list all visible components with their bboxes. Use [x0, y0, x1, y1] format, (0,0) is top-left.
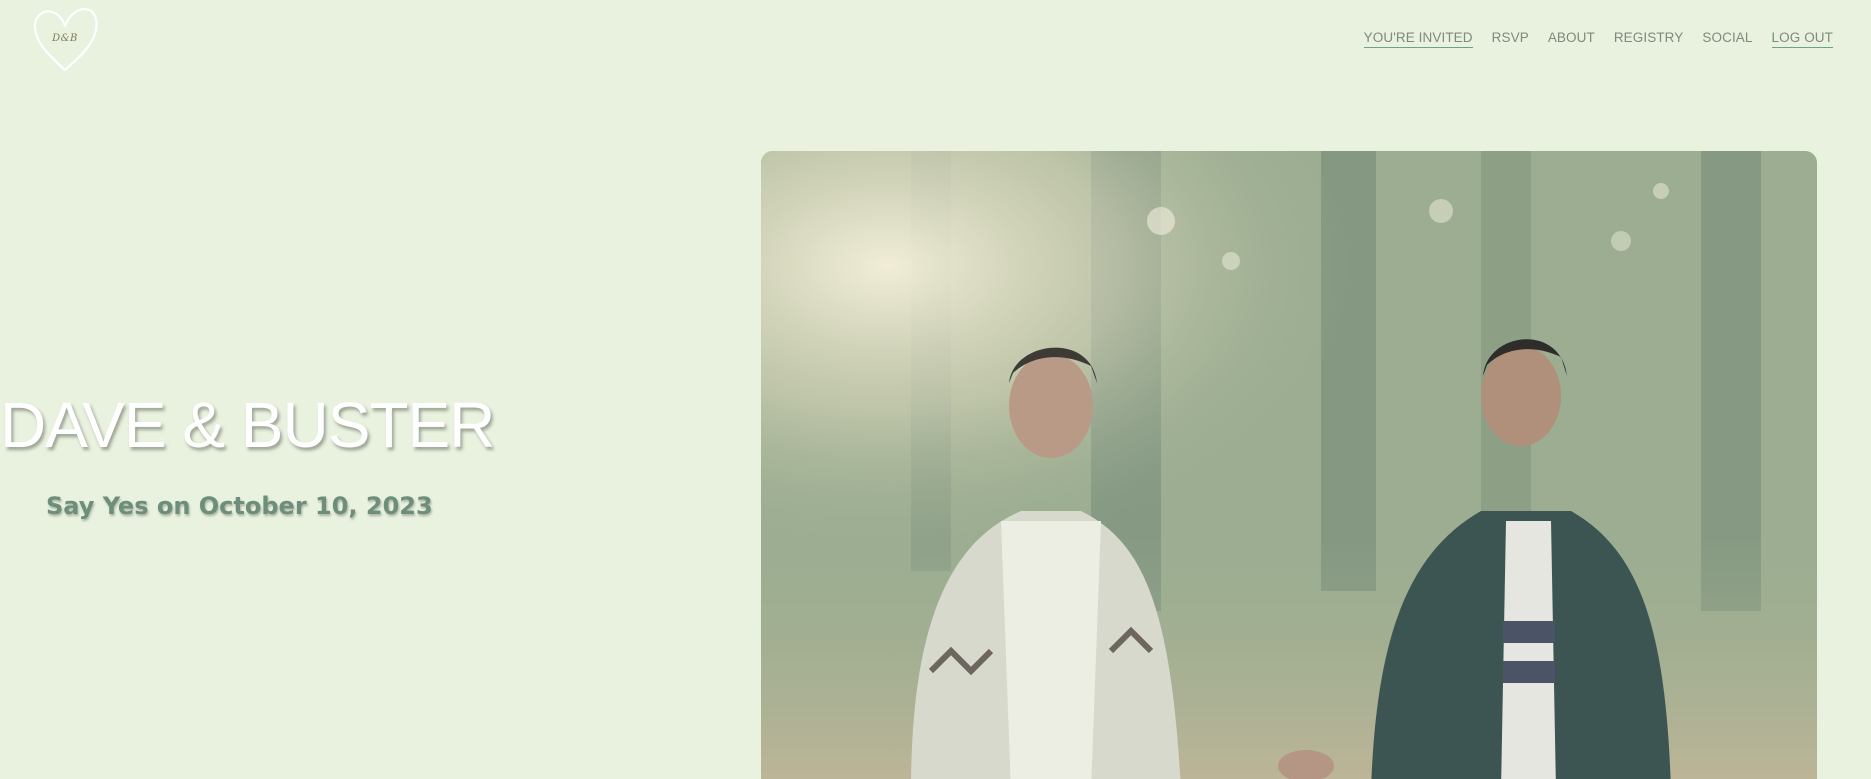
nav-item-rsvp[interactable]: RSVP: [1492, 30, 1529, 48]
hero-subtitle: Say Yes on October 10, 2023: [46, 492, 433, 520]
logo[interactable]: D&B: [30, 6, 100, 74]
couple-photo: [761, 151, 1817, 779]
logo-initials: D&B: [52, 33, 78, 44]
main-nav: YOU'RE INVITED RSVP ABOUT REGISTRY SOCIA…: [1363, 30, 1833, 48]
page: D&B YOU'RE INVITED RSVP ABOUT REGISTRY S…: [0, 0, 1871, 779]
nav-item-youre-invited[interactable]: YOU'RE INVITED: [1363, 30, 1473, 48]
hero-title: DAVE & BUSTER: [0, 389, 495, 461]
nav-item-social[interactable]: SOCIAL: [1702, 30, 1752, 48]
nav-item-log-out[interactable]: LOG OUT: [1771, 30, 1833, 48]
nav-item-registry[interactable]: REGISTRY: [1614, 30, 1684, 48]
nav-item-about[interactable]: ABOUT: [1548, 30, 1595, 48]
